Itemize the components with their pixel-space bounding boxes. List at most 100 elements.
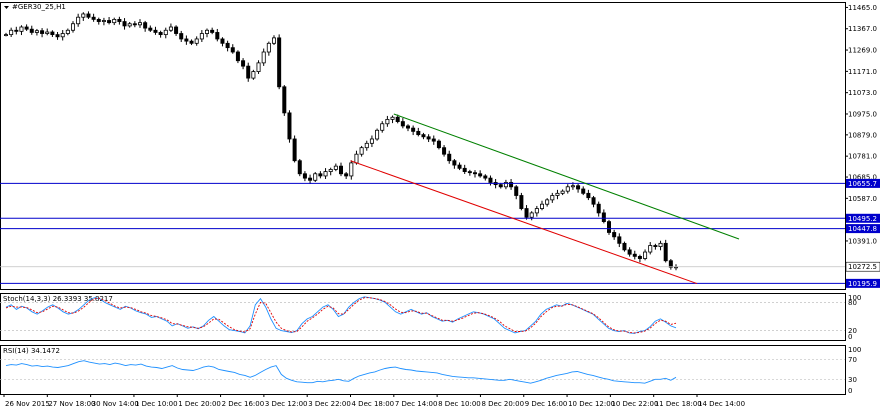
candle (168, 26, 173, 31)
candle (210, 29, 215, 33)
candle (581, 188, 586, 194)
candle (292, 138, 297, 162)
price-pane[interactable]: 11465.0 11367.0 11269.0 11171.0 11073.0 10975… (0, 2, 880, 290)
time-tick-label: 10 Dec 12:00 (568, 400, 615, 408)
pane-border (0, 293, 846, 341)
candle (421, 134, 426, 138)
candle (534, 208, 539, 214)
candle (462, 167, 467, 172)
candle (9, 29, 14, 36)
candle (570, 185, 575, 188)
candle (96, 18, 101, 22)
time-tick-label: 14 Dec 14:00 (698, 400, 745, 408)
candle (313, 173, 318, 181)
candle (472, 172, 477, 175)
candle (230, 47, 235, 53)
time-tick-label: 2 Dec 16:00 (222, 400, 265, 408)
candle (524, 208, 529, 218)
time-axis: 26 Nov 201527 Nov 18:0030 Nov 14:001 Dec… (3, 394, 745, 408)
indicator-tick-label: 30 (848, 376, 857, 384)
time-tick-label: 27 Nov 18:00 (48, 400, 95, 408)
indicator-tick-label: 0 (848, 387, 852, 395)
trendline-lower[interactable] (350, 160, 698, 285)
stochastic-pane[interactable]: Stoch(14,3,3) 26.3393 35.8217 10080200 (0, 293, 861, 341)
triangle-down-icon[interactable] (4, 6, 9, 9)
price-tick-label: 10781.0 (848, 153, 877, 161)
price-tick-label: 11367.0 (848, 25, 877, 33)
candle (14, 29, 19, 32)
candle (256, 62, 261, 72)
price-tick-label: 11465.0 (848, 4, 877, 12)
price-tag-label: 10495.2 (848, 215, 877, 223)
candle (323, 171, 328, 177)
candle (519, 195, 524, 209)
candle (637, 255, 642, 259)
candle (359, 147, 364, 155)
candle (328, 169, 333, 172)
time-tick-label: 10 Dec 22:00 (611, 400, 658, 408)
candle (545, 199, 550, 205)
time-tick-label: 7 Dec 14:00 (395, 400, 438, 408)
candle (4, 34, 9, 37)
candle (426, 136, 431, 140)
indicator-tick-label: 100 (848, 346, 861, 354)
candle (529, 212, 534, 218)
candle (318, 173, 323, 177)
candle (385, 119, 390, 125)
candle (65, 29, 70, 34)
candle (174, 26, 179, 34)
time-tick-label: 3 Dec 22:00 (308, 400, 351, 408)
time-tick-label: 1 Dec 10:00 (135, 400, 178, 408)
price-tick-label: 11269.0 (848, 47, 877, 55)
candle (380, 123, 385, 131)
price-tick-label: 10879.0 (848, 131, 877, 139)
candle (60, 33, 65, 38)
trendline-upper[interactable] (393, 113, 740, 240)
candle (416, 130, 421, 136)
candle (91, 16, 96, 20)
candle (400, 121, 405, 127)
candle (601, 212, 606, 222)
candle (369, 138, 374, 144)
candles (4, 11, 679, 271)
candle (436, 140, 441, 149)
price-tick-label: 10391.0 (848, 237, 877, 245)
candle (297, 160, 302, 175)
candle (576, 185, 581, 190)
rsi-pane[interactable]: RSI(14) 34.1472 100 70 30 0 (0, 345, 861, 395)
time-tick-label: 11 Dec 18:00 (655, 400, 702, 408)
time-tick-label: 4 Dec 18:00 (352, 400, 395, 408)
candle (112, 18, 117, 24)
candle (467, 171, 472, 174)
candle (632, 253, 637, 257)
candle (349, 162, 354, 177)
trading-chart[interactable]: #GER30_25,H1 11465.0 11367.0 11269.0 11171.… (0, 0, 880, 411)
candle (71, 23, 76, 31)
candle (50, 31, 55, 36)
candle (81, 13, 86, 18)
candle (607, 221, 612, 233)
indicator-tick-label: 70 (848, 356, 857, 364)
price-tick-label: 10975.0 (848, 110, 877, 118)
time-tick-label: 1 Dec 20:00 (178, 400, 221, 408)
candle (246, 65, 251, 79)
candle (354, 153, 359, 164)
candle (117, 18, 122, 22)
candle (220, 38, 225, 44)
candle (457, 164, 462, 169)
candle (179, 33, 184, 40)
indicator-line-rsi (5, 360, 677, 384)
candle (107, 20, 112, 24)
price-tag-label: 10447.8 (848, 225, 877, 233)
candle (498, 184, 503, 188)
candle (668, 260, 673, 268)
candle (375, 129, 380, 140)
candle (390, 116, 395, 120)
indicator-title: Stoch(14,3,3) 26.3393 35.8217 (3, 295, 113, 303)
candle (411, 127, 416, 132)
candle (653, 245, 658, 248)
candle (565, 186, 570, 192)
time-tick-label: 8 Dec 10:00 (438, 400, 481, 408)
candle (122, 21, 127, 27)
indicator-tick-label: 0 (848, 333, 852, 341)
